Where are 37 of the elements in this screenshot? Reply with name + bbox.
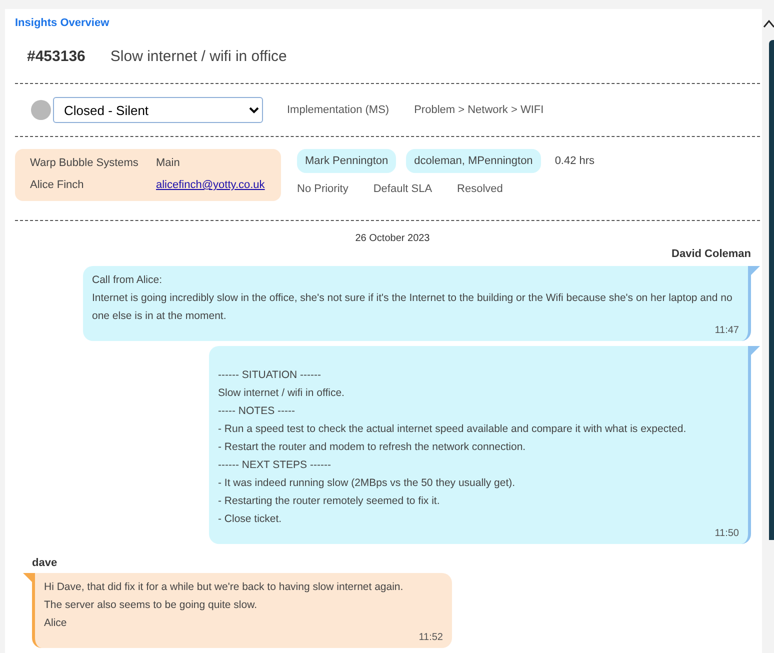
message-line: Internet is going incredibly slow in the office, she's not sure if it's the Internet to the building or the Wifi because she's on her laptop and no one else is in at the moment. bbox=[92, 290, 734, 324]
ticket-number: #453136 bbox=[27, 46, 86, 67]
message-line: - Run a speed test to check the actual internet speed available and compare it with what is expected. bbox=[218, 422, 686, 436]
page-title: Insights Overview bbox=[15, 16, 110, 31]
message-line: ------ NEXT STEPS ------ bbox=[218, 458, 331, 472]
message-line: ------ SITUATION ------ bbox=[218, 368, 322, 382]
status-dropdown[interactable]: Closed - Silent bbox=[53, 97, 263, 123]
message-line: - It was indeed running slow (2MBps vs the 50 they usually get). bbox=[218, 476, 516, 490]
message-line: The server also seems to be going quite slow. bbox=[44, 598, 258, 613]
message-line: ----- NOTES ----- bbox=[218, 404, 295, 418]
state-label: Resolved bbox=[457, 182, 503, 197]
sender-name: David Coleman bbox=[672, 247, 751, 262]
message-line: - Restart the router and modem to refresh the network connection. bbox=[218, 440, 526, 454]
category-path: Problem > Network > WIFI bbox=[414, 102, 544, 118]
date-divider: 26 October 2023 bbox=[354, 232, 431, 246]
message-line: Call from Alice: bbox=[92, 272, 162, 288]
sender-name: dave bbox=[32, 556, 58, 570]
message-time: 11:47 bbox=[714, 324, 739, 336]
message-time: 11:52 bbox=[418, 632, 443, 644]
message-line: Slow internet / wifi in office. bbox=[218, 386, 344, 400]
message-line: - Close ticket. bbox=[218, 512, 282, 526]
contact-name: Alice Finch bbox=[30, 178, 85, 193]
priority-label: No Priority bbox=[297, 182, 348, 197]
ticket-subject: Slow internet / wifi in office bbox=[110, 46, 287, 67]
sla-label: Default SLA bbox=[373, 182, 432, 197]
agent-tag: dcoleman, MPennington bbox=[406, 148, 541, 174]
message-line: - Restarting the router remotely seemed to fix it. bbox=[218, 494, 440, 508]
time-spent: 0.42 hrs bbox=[554, 154, 595, 169]
agent-tag: Mark Pennington bbox=[297, 148, 396, 174]
company-name: Warp Bubble Systems bbox=[30, 156, 140, 171]
team-label: Implementation (MS) bbox=[287, 102, 390, 118]
email-link[interactable]: alicefinch@yotty.co.uk bbox=[156, 177, 266, 195]
message-line: Hi Dave, that did fix it for a while but we're back to having slow internet again. bbox=[44, 580, 404, 595]
message-line: Alice bbox=[44, 616, 67, 631]
collapse-icon[interactable] bbox=[763, 19, 774, 28]
site-name: Main bbox=[156, 156, 181, 171]
message-time: 11:50 bbox=[714, 528, 739, 540]
